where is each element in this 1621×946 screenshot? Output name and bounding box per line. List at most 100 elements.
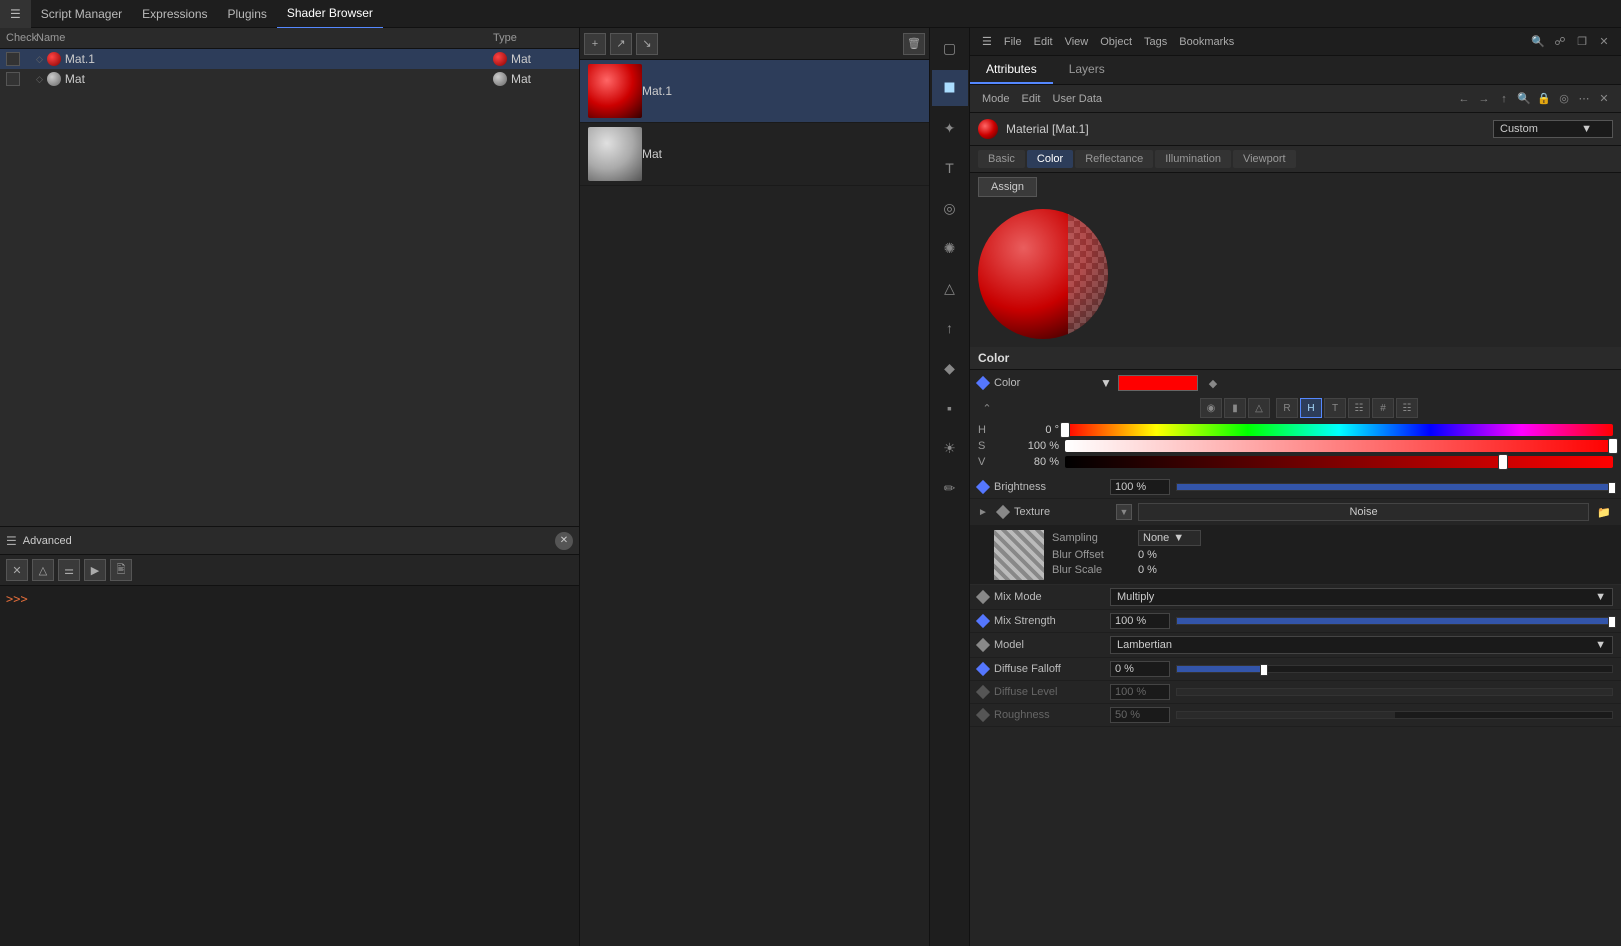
- triangle-icon[interactable]: △: [32, 559, 54, 581]
- hash-btn[interactable]: #: [1372, 398, 1394, 418]
- center-panel: + ↗ ↘ 🗑 Mat.1 Mat: [580, 28, 930, 946]
- close-button[interactable]: ✕: [555, 532, 573, 550]
- tab-viewport[interactable]: Viewport: [1233, 150, 1296, 168]
- light-icon[interactable]: ☀: [932, 430, 968, 466]
- console-area[interactable]: >>>: [0, 586, 579, 946]
- viewport-icon[interactable]: ▢: [932, 30, 968, 66]
- tab-attributes[interactable]: Attributes: [970, 56, 1053, 84]
- model-dropdown[interactable]: Lambertian ▼: [1110, 636, 1613, 654]
- texture-expand[interactable]: ►: [978, 507, 992, 518]
- h-label: H: [978, 424, 998, 436]
- check-box[interactable]: [6, 72, 20, 86]
- lock-btn[interactable]: 🔒: [1535, 90, 1553, 108]
- nodes-icon[interactable]: ✺: [932, 230, 968, 266]
- expand-icon: ◇: [36, 74, 43, 85]
- close-icon[interactable]: ✕: [1595, 33, 1613, 51]
- tab-basic[interactable]: Basic: [978, 150, 1025, 168]
- circle-mode-btn[interactable]: ◉: [1200, 398, 1222, 418]
- texture-name[interactable]: Noise: [1138, 503, 1589, 521]
- tab-plugins[interactable]: Plugins: [218, 0, 277, 28]
- camera-icon[interactable]: ▪: [932, 390, 968, 426]
- material-row[interactable]: ◇ Mat.1 Mat: [0, 49, 579, 69]
- material-row[interactable]: ◇ Mat Mat: [0, 69, 579, 89]
- h-track[interactable]: [1065, 424, 1613, 436]
- diffuse-falloff-value[interactable]: 0 %: [1110, 661, 1170, 677]
- globe-icon[interactable]: ◆: [932, 350, 968, 386]
- mode-btn[interactable]: Mode: [978, 93, 1014, 105]
- tags-menu[interactable]: Tags: [1140, 36, 1171, 48]
- forward-btn[interactable]: →: [1475, 90, 1493, 108]
- h-btn[interactable]: H: [1300, 398, 1322, 418]
- back-btn[interactable]: ←: [1455, 90, 1473, 108]
- mix-strength-bar[interactable]: [1176, 617, 1613, 625]
- more-btn[interactable]: ⋯: [1575, 90, 1593, 108]
- object-menu[interactable]: Object: [1096, 36, 1136, 48]
- user-data-btn[interactable]: User Data: [1049, 93, 1107, 105]
- text-icon[interactable]: T: [932, 150, 968, 186]
- clear-button[interactable]: ✕: [6, 559, 28, 581]
- search-btn[interactable]: 🔍: [1515, 90, 1533, 108]
- tab-illumination[interactable]: Illumination: [1155, 150, 1231, 168]
- v-track[interactable]: [1065, 456, 1613, 468]
- material-name: Mat.1: [65, 52, 95, 66]
- script-icon[interactable]: 🖹: [110, 559, 132, 581]
- resize-icon[interactable]: ❐: [1573, 33, 1591, 51]
- bookmarks-menu[interactable]: Bookmarks: [1175, 36, 1238, 48]
- search-icon[interactable]: 🔍: [1529, 33, 1547, 51]
- sampling-dropdown[interactable]: None ▼: [1138, 530, 1201, 546]
- edit-menu[interactable]: Edit: [1030, 36, 1057, 48]
- upload-icon[interactable]: ↑: [932, 310, 968, 346]
- material-thumb[interactable]: Mat.1: [580, 60, 929, 123]
- diffuse-falloff-bar[interactable]: [1176, 665, 1613, 673]
- grid-btn[interactable]: ☷: [1348, 398, 1370, 418]
- tab-color[interactable]: Color: [1027, 150, 1073, 168]
- play-button[interactable]: ▶: [84, 559, 106, 581]
- hook-icon[interactable]: ⚌: [58, 559, 80, 581]
- collapse-icon[interactable]: ⌃: [978, 399, 996, 417]
- check-box[interactable]: [6, 52, 20, 66]
- custom-dropdown[interactable]: Custom ▼: [1493, 120, 1613, 138]
- right-top-bar: ☰ File Edit View Object Tags Bookmarks 🔍…: [970, 28, 1621, 56]
- mix-mode-dropdown[interactable]: Multiply ▼: [1110, 588, 1613, 606]
- folder-icon[interactable]: 📁: [1595, 503, 1613, 521]
- preview-container: [970, 201, 1621, 347]
- view-menu[interactable]: View: [1061, 36, 1093, 48]
- add-button[interactable]: +: [584, 33, 606, 55]
- edit-btn[interactable]: Edit: [1018, 93, 1045, 105]
- tab-layers[interactable]: Layers: [1053, 56, 1121, 84]
- tab-reflectance[interactable]: Reflectance: [1075, 150, 1153, 168]
- tab-script-manager[interactable]: Script Manager: [31, 0, 132, 28]
- mix-strength-value[interactable]: 100 %: [1110, 613, 1170, 629]
- up-btn[interactable]: ↑: [1495, 90, 1513, 108]
- hex-btn[interactable]: ☷: [1396, 398, 1418, 418]
- arrow-button[interactable]: ↘: [636, 33, 658, 55]
- file-menu[interactable]: File: [1000, 36, 1026, 48]
- close-btn[interactable]: ✕: [1595, 90, 1613, 108]
- tab-shader-browser[interactable]: Shader Browser: [277, 0, 383, 29]
- square-mode-btn[interactable]: ▮: [1224, 398, 1246, 418]
- triangle-mode-btn[interactable]: △: [1248, 398, 1270, 418]
- r-btn[interactable]: R: [1276, 398, 1298, 418]
- link-button[interactable]: ↗: [610, 33, 632, 55]
- roughness-fill: [1177, 712, 1395, 718]
- object-icon[interactable]: ⯀: [932, 70, 968, 106]
- shape-icon[interactable]: △: [932, 270, 968, 306]
- t-btn[interactable]: T: [1324, 398, 1346, 418]
- brightness-value[interactable]: 100 %: [1110, 479, 1170, 495]
- target-btn[interactable]: ◎: [1555, 90, 1573, 108]
- brush-icon[interactable]: ✏: [932, 470, 968, 506]
- color-swatch[interactable]: [1118, 375, 1198, 391]
- model-value: Lambertian: [1117, 639, 1172, 651]
- home-icon[interactable]: ☍: [1551, 33, 1569, 51]
- s-track[interactable]: [1065, 440, 1613, 452]
- brightness-bar[interactable]: [1176, 483, 1613, 491]
- tab-expressions[interactable]: Expressions: [132, 0, 217, 28]
- cube-icon[interactable]: ✦: [932, 110, 968, 146]
- assign-button[interactable]: Assign: [978, 177, 1037, 197]
- material-thumb[interactable]: Mat: [580, 123, 929, 186]
- texture-dropdown-btn[interactable]: ▼: [1116, 504, 1132, 520]
- target-icon[interactable]: ◎: [932, 190, 968, 226]
- blur-scale-label: Blur Scale: [1052, 564, 1132, 576]
- delete-button[interactable]: 🗑: [903, 33, 925, 55]
- eyedropper-icon[interactable]: ◆: [1204, 374, 1222, 392]
